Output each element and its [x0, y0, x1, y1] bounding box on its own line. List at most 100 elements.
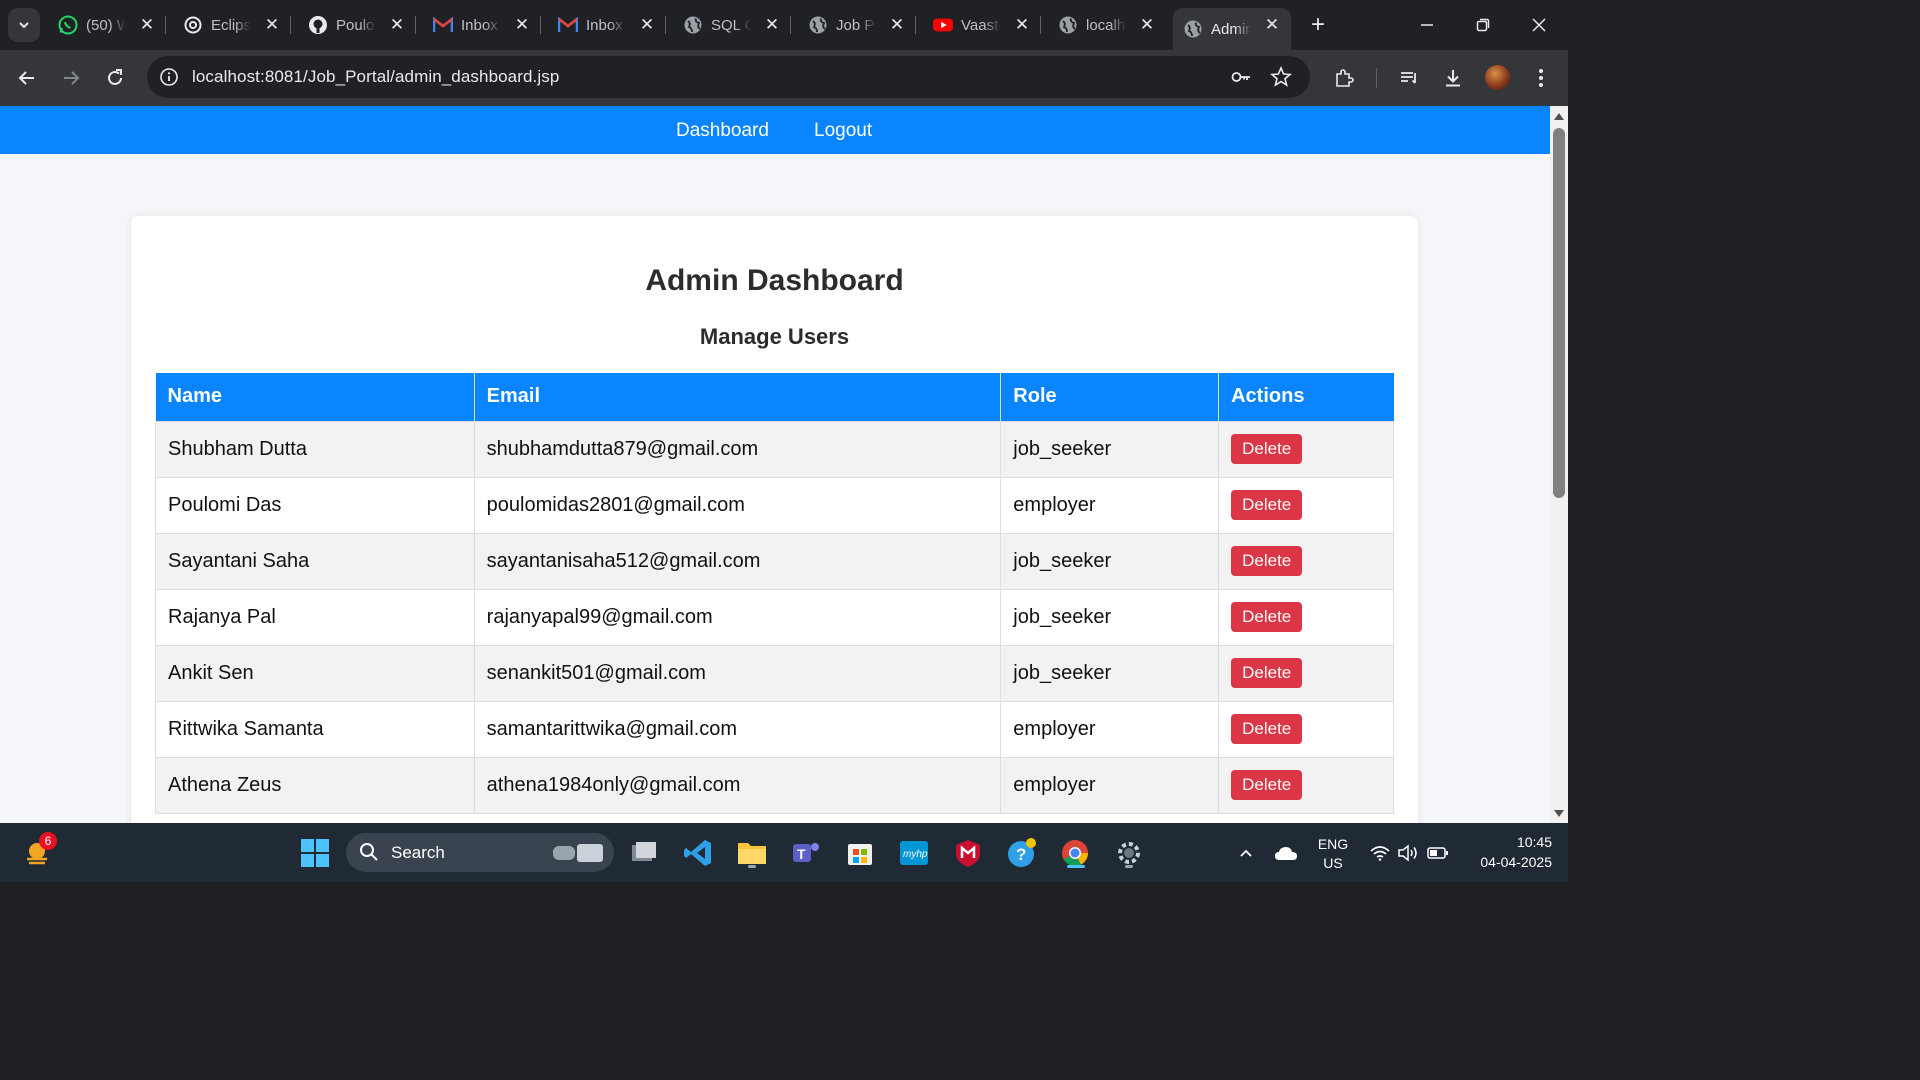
browser-tab[interactable]: Eclipse ✕: [173, 8, 291, 42]
restore-icon: [1476, 18, 1490, 32]
browser-tab[interactable]: Inbox ✕: [423, 8, 541, 42]
profile-avatar[interactable]: [1485, 65, 1510, 90]
clock-date[interactable]: 04-04-2025: [1462, 854, 1552, 870]
battery-icon[interactable]: [1420, 835, 1456, 871]
address-bar[interactable]: localhost:8081/Job_Portal/admin_dashboar…: [147, 56, 1310, 98]
scrollbar-thumb[interactable]: [1553, 128, 1565, 498]
user-email-cell: samantarittwika@gmail.com: [473, 700, 1002, 758]
task-view-icon[interactable]: [626, 835, 662, 871]
clock-time[interactable]: 10:45: [1500, 834, 1552, 850]
user-actions-cell: Delete: [1218, 476, 1394, 534]
delete-user-button[interactable]: Delete: [1231, 434, 1303, 464]
close-window-button[interactable]: [1519, 10, 1559, 40]
browser-tab[interactable]: SQL C ✕: [673, 8, 791, 42]
user-role-cell: job_seeker: [1000, 532, 1220, 590]
tab-separator: [540, 16, 541, 34]
settings-gear-icon[interactable]: [1111, 835, 1147, 871]
user-actions-cell: Delete: [1218, 420, 1394, 478]
mcafee-icon[interactable]: [950, 835, 986, 871]
tab-title: Vaaste: [961, 16, 1001, 34]
browser-tab[interactable]: Inbox ✕: [548, 8, 666, 42]
scroll-up-arrow[interactable]: [1550, 109, 1568, 123]
user-role-cell: job_seeker: [1000, 644, 1220, 702]
close-tab-icon[interactable]: ✕: [513, 16, 531, 34]
file-explorer-icon[interactable]: [734, 835, 770, 871]
browser-tab[interactable]: Admin ✕: [1173, 8, 1291, 50]
app-active-indicator: [1067, 865, 1085, 868]
scroll-down-arrow[interactable]: [1550, 807, 1568, 821]
extensions-puzzle-icon[interactable]: [1331, 65, 1357, 91]
restore-button[interactable]: [1463, 10, 1503, 40]
user-actions-cell: Delete: [1218, 532, 1394, 590]
close-icon: [1532, 18, 1546, 32]
delete-user-button[interactable]: Delete: [1231, 770, 1303, 800]
chrome-icon[interactable]: [1057, 835, 1093, 871]
close-tab-icon[interactable]: ✕: [888, 16, 906, 34]
reading-list-icon[interactable]: [1396, 65, 1422, 91]
close-tab-icon[interactable]: ✕: [388, 16, 406, 34]
table-row: Poulomi Das poulomidas2801@gmail.com emplo…: [155, 476, 1394, 534]
delete-user-button[interactable]: Delete: [1231, 658, 1303, 688]
user-email-cell: sayantanisaha512@gmail.com: [473, 532, 1002, 590]
language-indicator[interactable]: ENG: [1314, 836, 1352, 852]
table-row: Rittwika Samanta samantarittwika@gmail.co…: [155, 700, 1394, 758]
globe-icon: [1183, 19, 1203, 39]
close-tab-icon[interactable]: ✕: [263, 16, 281, 34]
close-tab-icon[interactable]: ✕: [638, 16, 656, 34]
info-icon[interactable]: [159, 67, 179, 87]
delete-user-button[interactable]: Delete: [1231, 546, 1303, 576]
browser-tab[interactable]: Vaaste ✕: [923, 8, 1041, 42]
minimize-button[interactable]: [1407, 10, 1447, 40]
delete-user-button[interactable]: Delete: [1231, 714, 1303, 744]
browser-tab[interactable]: Poulomi ✕: [298, 8, 416, 42]
app-running-indicator: [1125, 865, 1133, 868]
forward-button[interactable]: [55, 62, 87, 94]
close-tab-icon[interactable]: ✕: [1138, 16, 1156, 34]
tab-separator: [790, 16, 791, 34]
section-title: Manage Users: [699, 324, 850, 349]
browser-tab[interactable]: (50) WhatsApp ✕: [48, 8, 166, 42]
microsoft-store-icon[interactable]: [842, 835, 878, 871]
menu-kebab-icon[interactable]: [1528, 65, 1554, 91]
dashboard-card: Admin Dashboard Manage Users Name Email …: [131, 216, 1418, 823]
onedrive-cloud-icon[interactable]: [1268, 835, 1304, 871]
url-text[interactable]: localhost:8081/Job_Portal/admin_dashboar…: [192, 67, 559, 87]
taskbar-search-label: Search: [391, 843, 445, 862]
bookmark-star-icon[interactable]: [1270, 66, 1292, 88]
new-tab-button[interactable]: +: [1304, 12, 1332, 40]
gmail-icon: [433, 15, 453, 35]
close-tab-icon[interactable]: ✕: [1013, 16, 1031, 34]
close-tab-icon[interactable]: ✕: [763, 16, 781, 34]
tab-separator: [665, 16, 666, 34]
reload-icon: [108, 69, 122, 85]
tab-search-button[interactable]: [8, 8, 40, 42]
browser-tab[interactable]: Job Portal ✕: [798, 8, 916, 42]
delete-user-button[interactable]: Delete: [1231, 602, 1303, 632]
teams-icon[interactable]: T: [788, 835, 824, 871]
tray-chevron-up-icon[interactable]: [1228, 835, 1264, 871]
nav-logout-link[interactable]: Logout: [814, 120, 872, 142]
page-scrollbar[interactable]: [1550, 106, 1568, 823]
password-key-icon[interactable]: [1230, 66, 1252, 88]
help-icon[interactable]: ?: [1004, 835, 1040, 871]
close-tab-icon[interactable]: ✕: [1263, 16, 1281, 34]
downloads-icon[interactable]: [1440, 65, 1466, 91]
search-highlight-icon: [553, 844, 603, 862]
app-running-indicator: [748, 865, 756, 868]
reload-button[interactable]: [99, 62, 131, 94]
region-indicator[interactable]: US: [1314, 855, 1352, 871]
minimize-icon: [1421, 24, 1433, 26]
nav-dashboard-link[interactable]: Dashboard: [676, 120, 769, 142]
start-windows-icon[interactable]: [297, 835, 333, 871]
myhp-icon[interactable]: myhp: [896, 835, 932, 871]
close-tab-icon[interactable]: ✕: [138, 16, 156, 34]
vscode-icon[interactable]: [680, 835, 716, 871]
back-button[interactable]: [11, 62, 43, 94]
delete-user-button[interactable]: Delete: [1231, 490, 1303, 520]
page-title: Admin Dashboard: [645, 264, 904, 297]
taskbar-search-box[interactable]: Search: [346, 833, 614, 872]
tab-separator: [915, 16, 916, 34]
browser-tab[interactable]: localhost ✕: [1048, 8, 1166, 42]
table-row: Athena Zeus athena1984only@gmail.com emplo…: [155, 756, 1394, 814]
user-role-cell: job_seeker: [1000, 588, 1220, 646]
